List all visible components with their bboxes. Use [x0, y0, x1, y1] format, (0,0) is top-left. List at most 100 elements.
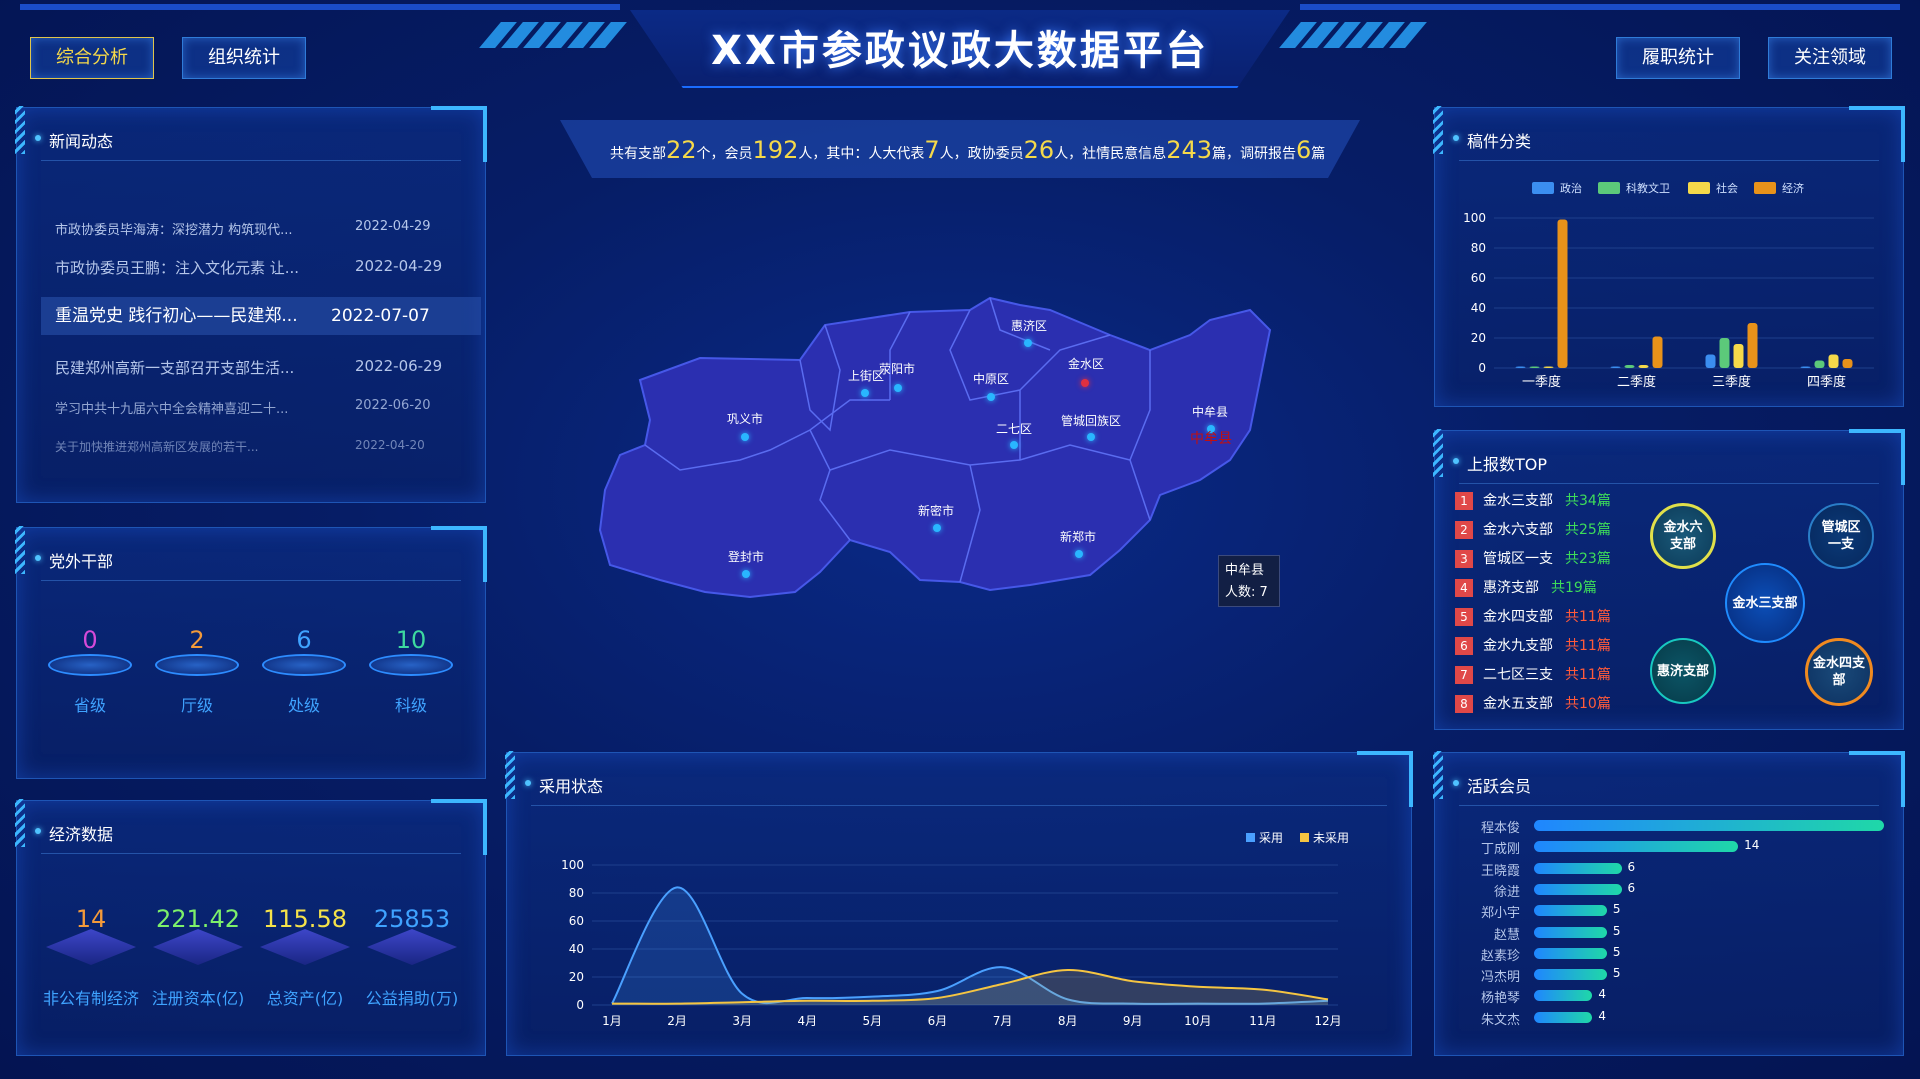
news-item[interactable]: 市政协委员王鹏：注入文化元素 让... 2022-04-29 [55, 257, 475, 278]
rank-number: 2 [1455, 521, 1473, 539]
map-dot[interactable] [1024, 339, 1032, 347]
rank-name: 惠济支部 [1483, 580, 1539, 596]
bubble-jinshui4[interactable]: 金水四支 部 [1805, 638, 1873, 706]
member-row[interactable]: 赵素珍 5 [1455, 945, 1621, 964]
bar-mark[interactable] [1610, 366, 1621, 369]
member-value: 5 [1612, 944, 1621, 959]
bar-mark[interactable] [1747, 323, 1758, 368]
map-dot[interactable] [1087, 433, 1095, 441]
news-item[interactable]: 学习中共十九届六中全会精神喜迎二十... 2022-06-20 [55, 398, 475, 417]
bubble-guancheng1[interactable]: 管城区 一支 [1808, 503, 1874, 569]
summary-part: 个，会员 [696, 146, 753, 162]
nav-duty-stats[interactable]: 履职统计 [1616, 37, 1740, 79]
rank-row[interactable]: 6 金水九支部 共11篇 [1455, 635, 1611, 655]
x-tick-label: 2月 [667, 1014, 687, 1028]
eco-value: 25853 [373, 905, 451, 933]
bar-mark[interactable] [1719, 338, 1730, 368]
bar-mark[interactable] [1828, 354, 1839, 369]
bar-mark[interactable] [1638, 365, 1649, 368]
stripes-right [1279, 22, 1427, 50]
bar-mark[interactable] [1543, 366, 1554, 369]
member-row[interactable]: 杨艳琴 4 [1455, 987, 1606, 1006]
region-map[interactable] [590, 290, 1330, 670]
nav-focus-areas[interactable]: 关注领域 [1768, 37, 1892, 79]
cadre-label: 处级 [287, 696, 320, 715]
rank-row[interactable]: 1 金水三支部 共34篇 [1455, 490, 1611, 510]
eco-pedestal [46, 929, 136, 965]
map-dot[interactable] [861, 389, 869, 397]
panel-corner [1849, 751, 1905, 807]
y-tick-label: 80 [1471, 241, 1486, 255]
panel-divider [41, 853, 461, 854]
panel-bar [15, 799, 25, 847]
bubble-jinshui6[interactable]: 金水六 支部 [1650, 503, 1716, 569]
rank-row[interactable]: 8 金水五支部 共10篇 [1455, 693, 1611, 713]
bar-mark[interactable] [1733, 344, 1744, 368]
legend-item[interactable]: 科教文卫 [1598, 181, 1670, 195]
member-name: 郑小宇 [1480, 906, 1520, 922]
map-dot[interactable] [894, 384, 902, 392]
eco-value: 221.42 [156, 905, 240, 933]
map-dot[interactable] [1010, 441, 1018, 449]
legend-item[interactable]: 采用 [1246, 831, 1283, 845]
rank-row[interactable]: 4 惠济支部 共19篇 [1455, 577, 1597, 597]
rank-count: 共10篇 [1565, 696, 1611, 712]
member-row[interactable]: 郑小宇 5 [1455, 902, 1621, 922]
news-item-active[interactable]: 重温党史 践行初心——民建郑... 2022-07-07 [41, 297, 481, 335]
map-dot[interactable] [1075, 550, 1083, 558]
legend-item[interactable]: 社会 [1688, 181, 1738, 195]
rank-row[interactable]: 2 金水六支部 共25篇 [1455, 519, 1611, 539]
map-dot-alert[interactable] [1081, 379, 1089, 387]
bar-mark[interactable] [1557, 219, 1568, 369]
member-name: 赵慧 [1493, 927, 1520, 943]
rank-row[interactable]: 3 管城区一支 共23篇 [1455, 548, 1611, 568]
map-dot[interactable] [742, 570, 750, 578]
page-title: XX市参政议政大数据平台 [711, 28, 1209, 74]
nav-organization-stats[interactable]: 组织统计 [182, 37, 306, 79]
map-dot[interactable] [741, 433, 749, 441]
eco-pedestal [367, 929, 457, 965]
members-title: 活跃会员 [1452, 773, 1531, 797]
member-row[interactable]: 徐进 6 [1455, 881, 1635, 900]
map-dot[interactable] [933, 524, 941, 532]
bar-mark[interactable] [1515, 366, 1526, 369]
x-tick-label: 3月 [732, 1014, 752, 1028]
x-tick-label: 9月 [1123, 1014, 1143, 1028]
member-row[interactable]: 程本俊 [1455, 817, 1884, 836]
legend-label: 采用 [1259, 831, 1283, 845]
y-tick-label: 100 [1463, 211, 1486, 225]
news-item[interactable]: 关于加快推进郑州高新区发展的若干... 2022-04-20 [55, 438, 475, 455]
bubble-jinshui3[interactable]: 金水三支部 [1725, 563, 1805, 643]
bar-mark[interactable] [1842, 359, 1853, 368]
bar-mark[interactable] [1705, 354, 1716, 369]
nav-comprehensive-analysis[interactable]: 综合分析 [30, 37, 154, 79]
x-tick-label: 二季度 [1617, 374, 1656, 390]
legend-item[interactable]: 未采用 [1300, 831, 1349, 845]
bar-mark[interactable] [1652, 336, 1663, 369]
x-tick-label: 6月 [928, 1014, 948, 1028]
summary-report-count: 6 [1296, 136, 1312, 164]
bar-mark[interactable] [1529, 366, 1540, 369]
news-item[interactable]: 民建郑州高新一支部召开支部生活... 2022-06-29 [55, 357, 475, 378]
tooltip-region: 中牟县 [1225, 563, 1265, 578]
member-row[interactable]: 丁成刚 14 [1455, 838, 1759, 857]
eco-value: 14 [75, 905, 107, 933]
cadre-value: 6 [296, 626, 312, 654]
legend-item[interactable]: 经济 [1754, 181, 1804, 195]
member-row[interactable]: 朱文杰 4 [1455, 1009, 1606, 1028]
bar-mark[interactable] [1800, 366, 1811, 369]
rank-row[interactable]: 7 二七区三支 共11篇 [1455, 664, 1611, 684]
bubble-huiji[interactable]: 惠济支部 [1650, 638, 1716, 704]
news-item[interactable]: 市政协委员毕海涛：深挖潜力 构筑现代... 2022-04-29 [55, 219, 475, 238]
map-dot[interactable] [987, 393, 995, 401]
cadre-division: 6 处级 [259, 620, 349, 716]
member-row[interactable]: 冯杰明 5 [1455, 966, 1621, 985]
rank-row[interactable]: 5 金水四支部 共11篇 [1455, 606, 1611, 626]
member-row[interactable]: 赵慧 5 [1455, 924, 1621, 943]
legend-item[interactable]: 政治 [1532, 181, 1582, 195]
summary-text: 共有支部22个，会员192人，其中：人大代表7人，政协委员26人，社情民意信息2… [610, 136, 1325, 164]
eco-pedestal [153, 929, 243, 965]
bar-mark[interactable] [1624, 365, 1635, 368]
bar-mark[interactable] [1814, 360, 1825, 369]
member-row[interactable]: 王晓霞 6 [1455, 860, 1635, 879]
